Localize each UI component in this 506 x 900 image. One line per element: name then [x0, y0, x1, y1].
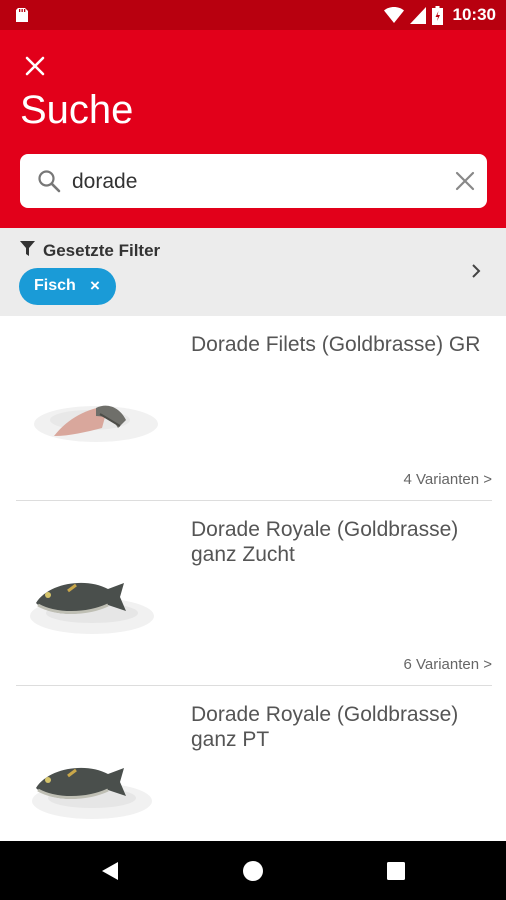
wifi-icon [383, 7, 404, 23]
battery-icon [431, 5, 443, 25]
filter-title: Gesetzte Filter [43, 241, 161, 260]
app-bar: Suche [0, 30, 506, 228]
filter-icon [20, 241, 35, 256]
back-icon[interactable] [98, 859, 122, 883]
variants-link[interactable]: 6 Varianten > [403, 656, 492, 673]
close-icon[interactable] [22, 53, 48, 79]
navigation-bar [0, 841, 506, 900]
home-icon[interactable] [241, 859, 265, 883]
page-title: Suche [20, 88, 134, 132]
list-item[interactable]: Dorade Filets (Goldbrasse) GR 4 Variante… [16, 316, 492, 501]
filter-chip-fisch[interactable]: Fisch × [19, 268, 116, 305]
signal-icon [409, 6, 426, 24]
product-title: Dorade Filets (Goldbrasse) GR [191, 333, 481, 356]
product-image [32, 767, 152, 819]
variants-link[interactable]: 4 Varianten > [403, 471, 492, 488]
chevron-right-icon[interactable] [470, 262, 482, 280]
filter-chip-label: Fisch [34, 277, 76, 294]
list-item[interactable]: Dorade Royale (Goldbrasse) ganz Zucht 6 … [16, 501, 492, 686]
search-input[interactable] [70, 162, 444, 202]
product-image [30, 582, 154, 634]
remove-filter-icon[interactable]: × [90, 276, 100, 296]
status-time: 10:30 [452, 5, 496, 24]
clear-search-icon[interactable] [453, 169, 477, 193]
status-bar: 10:30 [0, 0, 506, 30]
recents-icon[interactable] [384, 859, 408, 883]
sd-card-icon [16, 8, 28, 22]
search-box[interactable] [20, 154, 487, 208]
filter-bar: Gesetzte Filter Fisch × [0, 228, 506, 316]
product-title: Dorade Royale (Goldbrasse) ganz Zucht [191, 518, 459, 566]
product-title: Dorade Royale (Goldbrasse) ganz PT [191, 703, 459, 751]
product-image [34, 405, 158, 442]
search-icon [38, 170, 61, 193]
